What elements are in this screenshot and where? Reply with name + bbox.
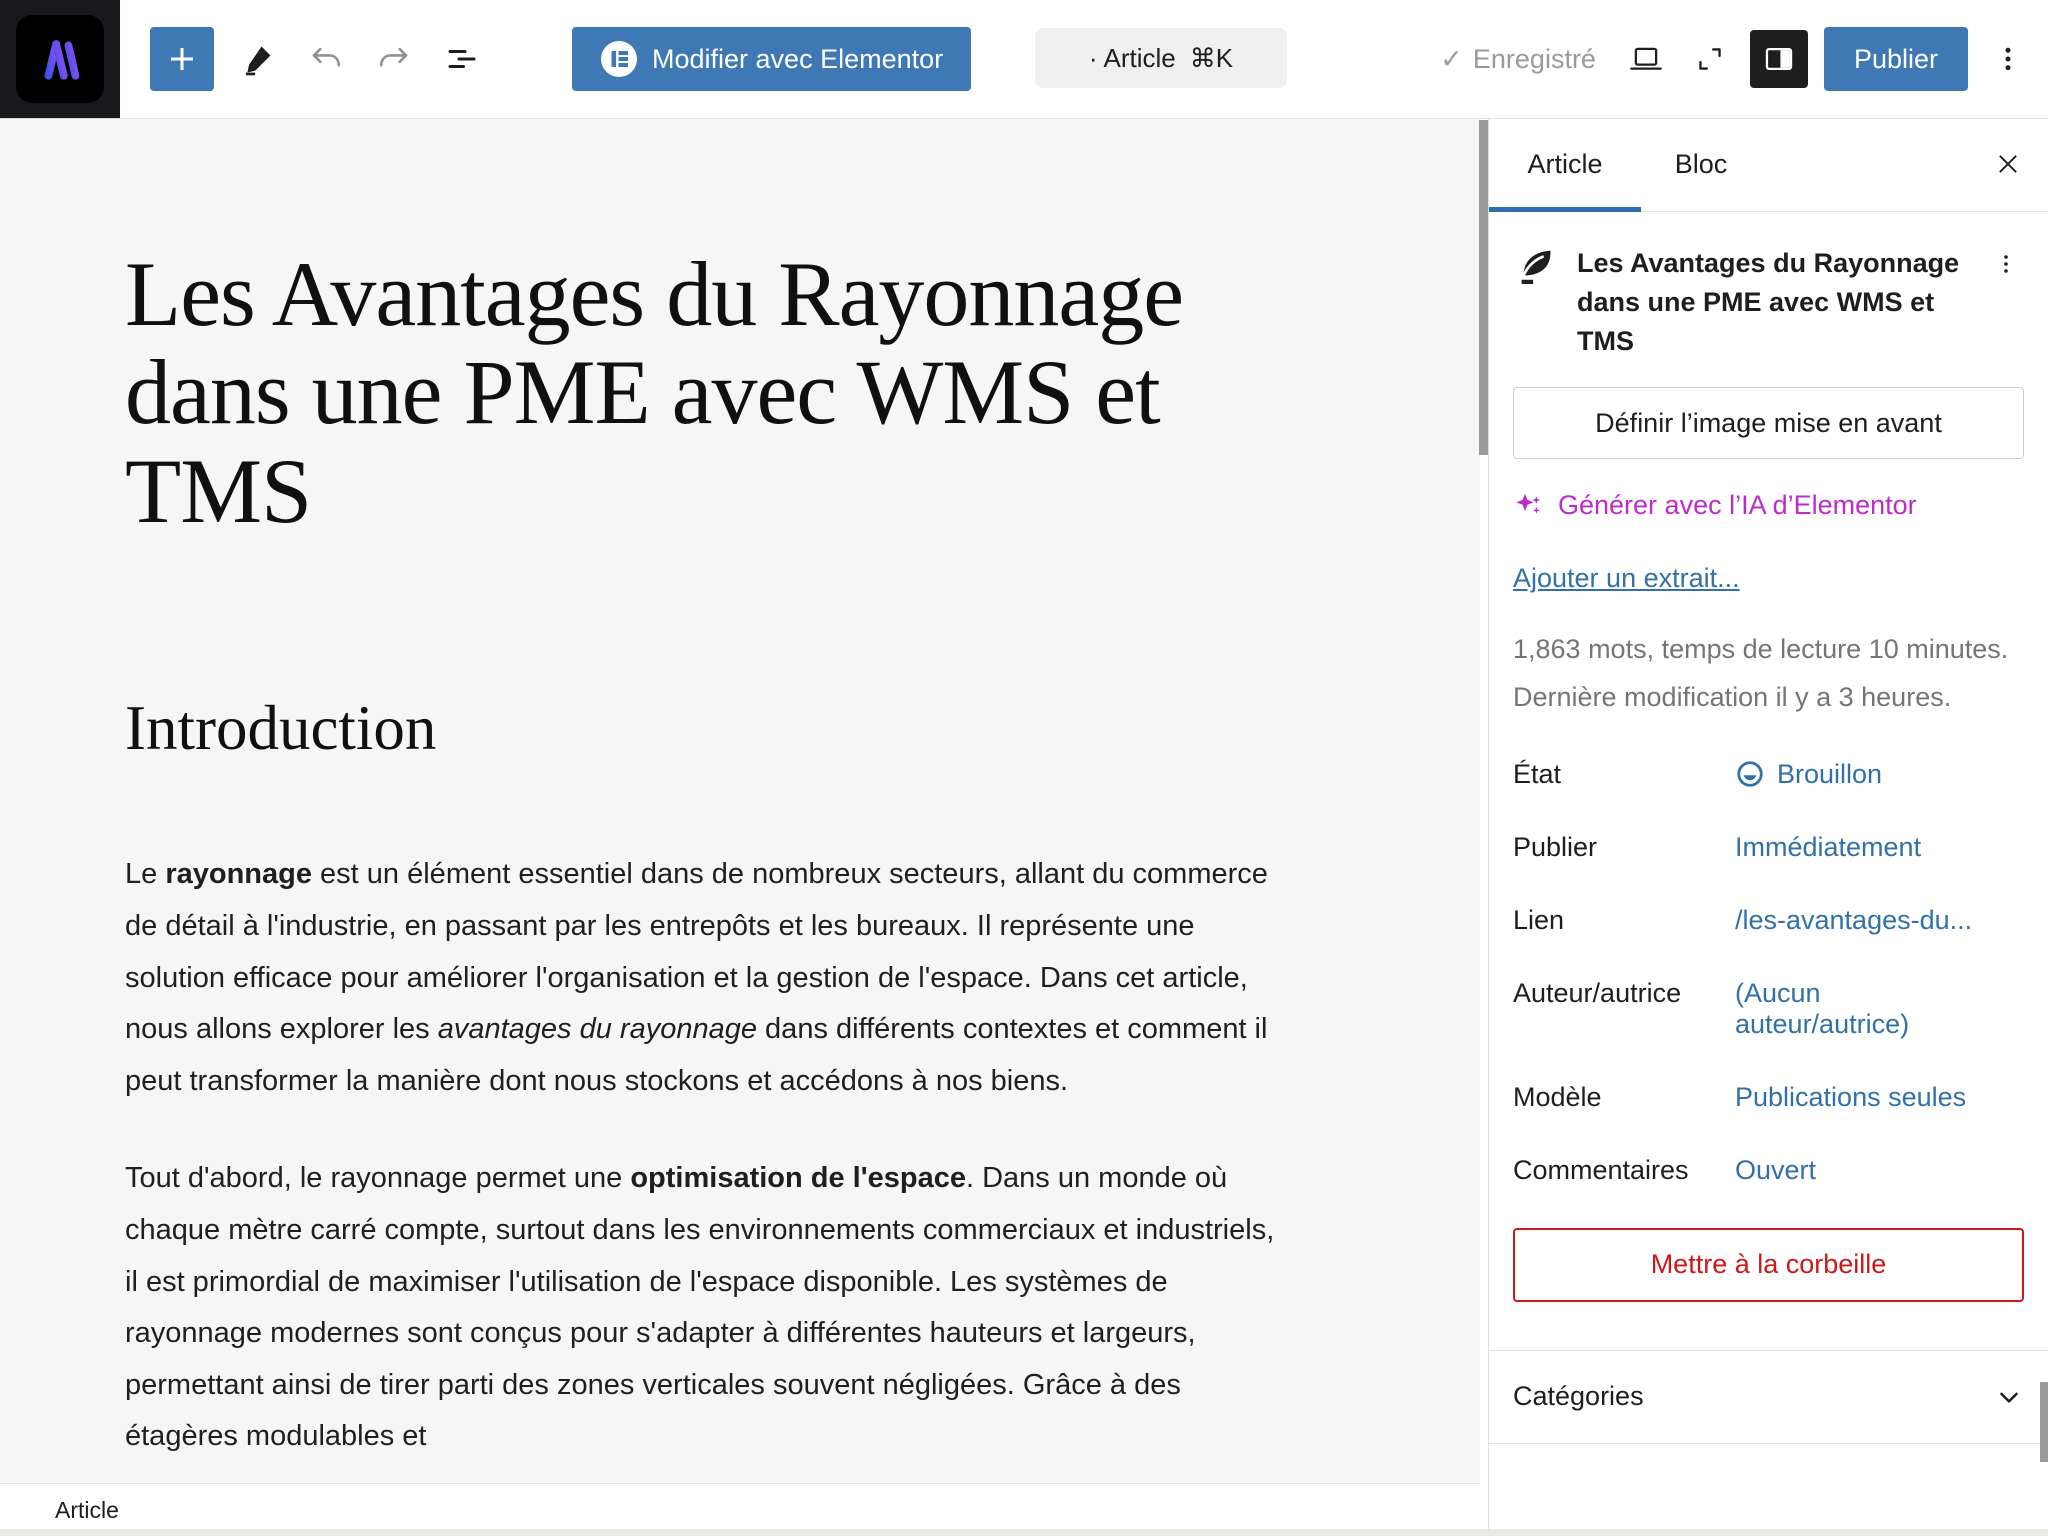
field-template-label: Modèle (1513, 1082, 1735, 1113)
close-sidebar-button[interactable] (1984, 140, 2032, 188)
elementor-button-label: Modifier avec Elementor (652, 44, 943, 75)
save-status[interactable]: ✓ Enregistré (1440, 44, 1596, 75)
post-fields: État Brouillon Publier Immédiatement Lie… (1513, 759, 2024, 1186)
site-logo (16, 15, 104, 103)
post-title[interactable]: Les Avantages du Rayonnage dans une PME … (125, 245, 1275, 540)
comments-value[interactable]: Ouvert (1735, 1155, 1816, 1186)
breadcrumb[interactable]: Article (55, 1497, 119, 1524)
field-author-label: Auteur/autrice (1513, 978, 1735, 1009)
heading-block[interactable]: Introduction (125, 692, 1480, 765)
top-toolbar: Modifier avec Elementor · Article ⌘K ✓ E… (0, 0, 2048, 119)
word-count: 1,863 mots, temps de lecture 10 minutes. (1513, 630, 2018, 669)
redo-icon (377, 42, 411, 76)
permalink-value[interactable]: /les-avantages-du... (1735, 905, 1972, 936)
field-publish: Publier Immédiatement (1513, 832, 2024, 863)
command-label: Article (1104, 43, 1176, 74)
options-menu-button[interactable] (1984, 35, 2032, 83)
categories-panel-toggle[interactable]: Catégories (1489, 1351, 2048, 1443)
tab-bloc[interactable]: Bloc (1641, 118, 1761, 211)
elementor-icon (600, 40, 638, 78)
field-link-label: Lien (1513, 905, 1735, 936)
post-stats: 1,863 mots, temps de lecture 10 minutes.… (1513, 630, 2018, 716)
field-comments: Commentaires Ouvert (1513, 1155, 2024, 1186)
post-actions-menu[interactable] (1988, 242, 2024, 286)
categories-panel: Catégories (1489, 1350, 2048, 1444)
paragraph-block[interactable]: Tout d'abord, le rayonnage permet une op… (125, 1153, 1290, 1463)
sidebar-scrollbar[interactable] (2040, 118, 2048, 1536)
post-summary-title: Les Avantages du Rayonnage dans une PME … (1577, 244, 1970, 361)
set-featured-image-button[interactable]: Définir l’image mise en avant (1513, 387, 2024, 459)
publish-button[interactable]: Publier (1824, 27, 1968, 91)
plus-icon (166, 43, 198, 75)
preview-button[interactable] (1622, 35, 1670, 83)
tab-article[interactable]: Article (1489, 118, 1641, 211)
pencil-icon (241, 42, 275, 76)
saved-label: Enregistré (1473, 44, 1596, 75)
field-status-label: État (1513, 759, 1735, 790)
fullscreen-button[interactable] (1686, 35, 1734, 83)
author-value[interactable]: (Aucun auteur/autrice) (1735, 978, 2000, 1040)
editor-tools (120, 0, 486, 118)
document-overview-button[interactable] (438, 35, 486, 83)
check-icon: ✓ (1440, 44, 1463, 75)
toolbar-right: ✓ Enregistré (1440, 0, 2032, 118)
tab-article-label: Article (1527, 149, 1602, 180)
command-shortcut: ⌘K (1190, 43, 1233, 74)
categories-label: Catégories (1513, 1381, 1644, 1412)
active-tab-indicator (1489, 207, 1641, 212)
content-scrollbar-thumb[interactable] (1479, 120, 1488, 455)
site-logo-button[interactable] (0, 0, 120, 118)
sidebar-panel-icon (1762, 42, 1796, 76)
last-modified: Dernière modification il y a 3 heures. (1513, 678, 2018, 717)
edit-with-elementor-button[interactable]: Modifier avec Elementor (572, 27, 971, 91)
editor-canvas[interactable]: Les Avantages du Rayonnage dans une PME … (0, 118, 1480, 1536)
redo-button[interactable] (370, 35, 418, 83)
field-link: Lien /les-avantages-du... (1513, 905, 2024, 936)
kebab-icon (1993, 44, 2023, 74)
generate-with-ai-button[interactable]: Générer avec l’IA d’Elementor (1513, 489, 1917, 521)
block-inserter-button[interactable] (150, 27, 214, 91)
settings-sidebar-toggle[interactable] (1750, 30, 1808, 88)
draft-status-icon (1735, 759, 1765, 789)
status-value[interactable]: Brouillon (1735, 759, 1882, 790)
laptop-icon (1628, 41, 1664, 77)
kebab-icon (1994, 252, 2018, 276)
template-value[interactable]: Publications seules (1735, 1082, 1966, 1113)
window-bottom-edge (0, 1529, 2048, 1536)
paragraph-block[interactable]: Le rayonnage est un élément essentiel da… (125, 849, 1290, 1107)
modified-dot: · (1089, 43, 1098, 74)
close-icon (1995, 151, 2021, 177)
field-publish-label: Publier (1513, 832, 1735, 863)
list-view-icon (444, 41, 480, 77)
publish-label: Publier (1854, 44, 1938, 74)
field-status: État Brouillon (1513, 759, 2024, 790)
ai-sparkle-icon (1513, 489, 1545, 521)
chevron-down-icon (1994, 1382, 2024, 1412)
command-center[interactable]: · Article ⌘K (1035, 28, 1287, 88)
settings-sidebar: Article Bloc Les Avantages du Rayonna (1488, 118, 2048, 1536)
content-scrollbar[interactable] (1479, 118, 1488, 1536)
status-value-label: Brouillon (1777, 759, 1882, 790)
field-template: Modèle Publications seules (1513, 1082, 2024, 1113)
wordpress-editor: Modifier avec Elementor · Article ⌘K ✓ E… (0, 0, 2048, 1536)
site-logo-icon (29, 28, 91, 90)
field-author: Auteur/autrice (Aucun auteur/autrice) (1513, 978, 2024, 1040)
edit-mode-button[interactable] (234, 35, 282, 83)
tab-bloc-label: Bloc (1675, 149, 1728, 180)
move-to-trash-button[interactable]: Mettre à la corbeille (1513, 1228, 2024, 1302)
post-icon (1513, 242, 1559, 288)
undo-button[interactable] (302, 35, 350, 83)
expand-icon (1693, 42, 1727, 76)
field-comments-label: Commentaires (1513, 1155, 1735, 1186)
generate-ai-label: Générer avec l’IA d’Elementor (1558, 490, 1917, 521)
publish-date-value[interactable]: Immédiatement (1735, 832, 1921, 863)
sidebar-scrollbar-thumb[interactable] (2040, 1382, 2048, 1462)
post-summary: Les Avantages du Rayonnage dans une PME … (1489, 212, 2048, 367)
sidebar-tabs: Article Bloc (1489, 118, 2048, 212)
add-excerpt-link[interactable]: Ajouter un extrait... (1513, 563, 1740, 594)
undo-icon (309, 42, 343, 76)
